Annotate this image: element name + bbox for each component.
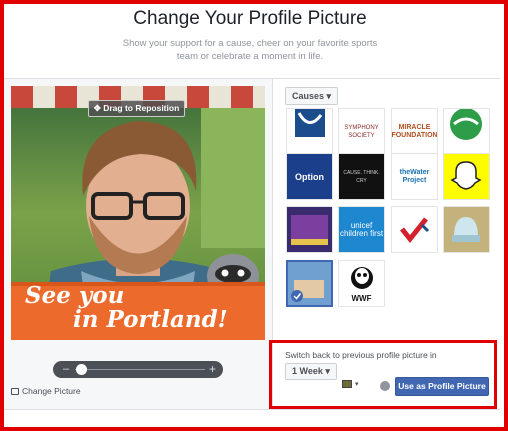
chevron-down-icon: ▾ (355, 381, 359, 388)
filter-tile[interactable] (443, 206, 490, 253)
tile-text: SYMPHONY SOCIETY (344, 124, 379, 139)
slider-track[interactable] (75, 369, 205, 370)
chevron-down-icon: ▾ (326, 91, 332, 101)
tile-text: MIRACLE FOUNDATION (391, 123, 438, 139)
filter-tile[interactable]: unicef children first (338, 206, 385, 253)
switch-back-label: Switch back to previous profile picture … (285, 350, 437, 360)
filter-tile[interactable] (286, 108, 333, 155)
tile-1-logo (295, 109, 325, 137)
chevron-down-icon: ▾ (325, 366, 330, 376)
tile-13-logo (288, 262, 331, 305)
tile-text: Option (295, 171, 324, 182)
drag-to-reposition-button[interactable]: ✥ Drag to Reposition (88, 100, 185, 117)
zoom-in-icon[interactable]: + (209, 362, 216, 376)
album-selector[interactable]: ▾ (342, 380, 359, 388)
tile-text: WWF (351, 294, 372, 303)
thumbnail-icon (342, 380, 352, 388)
filter-tile[interactable] (443, 108, 490, 155)
banner-line-1: See you (25, 282, 125, 309)
photo-icon (11, 387, 19, 395)
duration-label: 1 Week (292, 366, 323, 376)
tile-text: theWater Project (399, 168, 430, 184)
drag-label: Drag to Reposition (103, 103, 180, 113)
duration-dropdown[interactable]: 1 Week ▾ (285, 363, 337, 380)
filter-tile[interactable]: MIRACLE FOUNDATION (391, 108, 438, 155)
profile-photo-preview[interactable]: See you in Portland! (11, 86, 265, 340)
category-label: Causes (292, 91, 325, 101)
banner-line-2: in Portland! (73, 306, 228, 333)
zoom-slider[interactable]: – + (53, 361, 223, 378)
tile-9-logo (291, 215, 328, 245)
snapchat-icon (450, 161, 482, 190)
category-dropdown[interactable]: Causes ▾ (285, 87, 339, 105)
change-picture-label: Change Picture (22, 386, 81, 396)
tile-text: unicef children first (339, 220, 384, 238)
use-as-profile-picture-button[interactable]: Use as Profile Picture (395, 377, 489, 396)
filter-tile-selected[interactable] (286, 260, 333, 307)
tile-text: CAUSE. THINK. CRY (343, 169, 380, 184)
footer-area (4, 409, 500, 427)
zoom-out-icon[interactable]: – (63, 362, 69, 376)
filter-tile[interactable]: Option (286, 153, 333, 200)
panda-icon (351, 267, 373, 289)
page-title: Change Your Profile Picture (133, 8, 367, 29)
page-subtitle: Show your support for a cause, cheer on … (122, 38, 378, 62)
filter-tile[interactable]: SYMPHONY SOCIETY (338, 108, 385, 155)
filter-tile[interactable]: theWater Project (391, 153, 438, 200)
filter-tile[interactable] (391, 206, 438, 253)
move-icon: ✥ (93, 103, 101, 113)
check-icon (400, 217, 430, 244)
filter-tile[interactable]: CAUSE. THINK. CRY (338, 153, 385, 200)
slider-handle[interactable] (75, 364, 87, 375)
filter-tile[interactable] (443, 153, 490, 200)
filter-tile[interactable]: WWF (338, 260, 385, 307)
filter-tile[interactable] (286, 206, 333, 253)
tile-4-logo (450, 109, 482, 140)
hat-icon (452, 217, 480, 242)
globe-icon[interactable] (380, 381, 390, 391)
change-picture-link[interactable]: Change Picture (11, 386, 81, 396)
